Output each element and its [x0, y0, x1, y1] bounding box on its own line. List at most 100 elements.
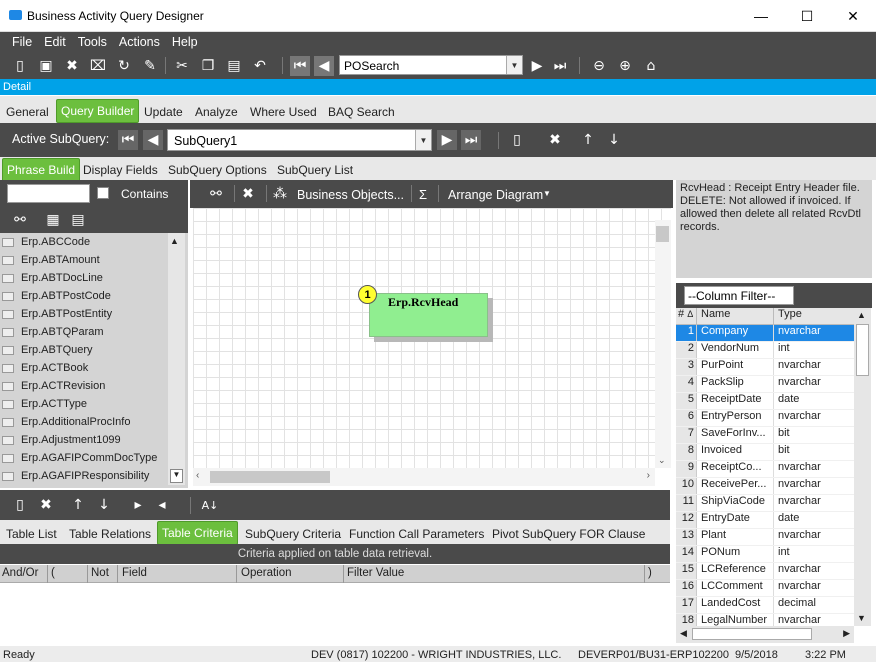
scroll-down-icon[interactable]: ⌄	[658, 455, 666, 466]
header-operation[interactable]: Operation	[241, 567, 292, 579]
chevron-down-icon[interactable]: ▼	[415, 130, 431, 150]
subquery-combo[interactable]: SubQuery1 ▼	[167, 129, 432, 151]
header-type[interactable]: Type	[774, 308, 852, 324]
table-list-item[interactable]: Erp.AdditionalProcInfo	[0, 413, 168, 431]
minimize-button[interactable]: —	[738, 0, 784, 32]
table-list-scrollbar[interactable]: ▲ ▼	[168, 233, 185, 485]
table-list-item[interactable]: Erp.ABTPostEntity	[0, 305, 168, 323]
arrange-diagram-button[interactable]: Arrange Diagram	[448, 188, 543, 202]
tab-update[interactable]: Update	[140, 101, 187, 123]
refresh-icon[interactable]: ↻	[114, 56, 134, 76]
scroll-left-icon[interactable]: ◀	[680, 628, 687, 639]
scroll-thumb[interactable]	[692, 628, 812, 640]
menu-tools[interactable]: Tools	[72, 32, 113, 49]
table-list-item[interactable]: Erp.AGAFIPResponsibility	[0, 467, 168, 485]
new-subquery-icon[interactable]: ▯	[507, 130, 527, 150]
header-not[interactable]: Not	[91, 567, 109, 579]
table-row[interactable]: 10 ReceivePer... nvarchar	[676, 478, 854, 495]
maximize-button[interactable]: ☐	[784, 0, 830, 32]
home-icon[interactable]: ⌂	[641, 56, 661, 76]
save-icon[interactable]: ▣	[36, 56, 56, 76]
column-filter-input[interactable]: --Column Filter--	[684, 286, 794, 305]
menu-help[interactable]: Help	[166, 32, 204, 49]
next-record-icon[interactable]: ▶	[527, 56, 547, 76]
table-list-item[interactable]: Erp.AGAFIPCommDocType	[0, 449, 168, 467]
menu-edit[interactable]: Edit	[38, 32, 72, 49]
delete-icon[interactable]: ✖	[62, 56, 82, 76]
sort-icon[interactable]: A↓	[200, 495, 220, 515]
calculator-icon[interactable]: ▦	[43, 210, 63, 230]
diagram-table-node[interactable]: Erp.RcvHead	[369, 293, 488, 337]
header-name[interactable]: Name	[697, 308, 774, 324]
scroll-right-icon[interactable]: ›	[647, 470, 650, 481]
table-list-item[interactable]: Erp.ABTAmount	[0, 251, 168, 269]
table-search-input[interactable]	[7, 184, 90, 203]
scroll-right-icon[interactable]: ▶	[843, 628, 850, 639]
undo-icon[interactable]: ↶	[250, 56, 270, 76]
columns-grid-vertical-scrollbar[interactable]: ▲ ▼	[854, 308, 871, 626]
scroll-up-icon[interactable]: ▲	[170, 236, 179, 246]
scroll-down-icon[interactable]: ▼	[857, 613, 866, 623]
table-row[interactable]: 13 Plant nvarchar	[676, 529, 854, 546]
move-down-icon[interactable]: ↓	[94, 495, 114, 515]
back-icon[interactable]: ⊖	[589, 56, 609, 76]
table-list-item[interactable]: Erp.ACTType	[0, 395, 168, 413]
move-down-icon[interactable]: ↓	[604, 130, 624, 150]
table-list-item[interactable]: Erp.ABTQParam	[0, 323, 168, 341]
scroll-thumb[interactable]	[856, 324, 869, 376]
table-list-item[interactable]: Erp.ACTRevision	[0, 377, 168, 395]
table-list-item[interactable]: Erp.ABCCode	[0, 233, 168, 251]
table-list-item[interactable]: Erp.ACTBook	[0, 359, 168, 377]
clear-icon[interactable]: ✎	[140, 56, 160, 76]
table-list-item[interactable]: Erp.ABTQuery	[0, 341, 168, 359]
table-row[interactable]: 6 EntryPerson nvarchar	[676, 410, 854, 427]
table-row[interactable]: 4 PackSlip nvarchar	[676, 376, 854, 393]
delete-icon[interactable]: ✖	[238, 184, 258, 204]
table-row[interactable]: 9 ReceiptCo... nvarchar	[676, 461, 854, 478]
menu-actions[interactable]: Actions	[113, 32, 166, 49]
diagram-horizontal-scrollbar[interactable]: ‹ ›	[193, 468, 655, 486]
table-row[interactable]: 17 LandedCost decimal	[676, 597, 854, 614]
sigma-button[interactable]: Σ	[419, 187, 427, 202]
move-up-icon[interactable]: ↑	[68, 495, 88, 515]
trash-icon[interactable]: ⌧	[88, 56, 108, 76]
tab-general[interactable]: General	[2, 101, 53, 123]
table-list-item[interactable]: Erp.Adjustment1099	[0, 431, 168, 449]
new-icon[interactable]: ▯	[10, 56, 30, 76]
query-diagram-canvas[interactable]	[193, 208, 671, 468]
tab-subquery-list[interactable]: SubQuery List	[273, 159, 357, 181]
table-row[interactable]: 1 Company nvarchar	[676, 325, 854, 342]
table-list-item[interactable]: Erp.ABTDocLine	[0, 269, 168, 287]
copy-icon[interactable]: ❐	[198, 56, 218, 76]
table-list-item[interactable]: Erp.ABTPostCode	[0, 287, 168, 305]
header-filter-value[interactable]: Filter Value	[347, 567, 404, 579]
contains-checkbox[interactable]	[97, 187, 109, 199]
tab-where-used[interactable]: Where Used	[246, 101, 321, 123]
link-icon[interactable]: ⚯	[10, 210, 30, 230]
record-search-combo[interactable]: POSearch ▼	[339, 55, 523, 75]
table-row[interactable]: 16 LCComment nvarchar	[676, 580, 854, 597]
scroll-down-icon[interactable]: ▼	[170, 469, 183, 483]
scroll-thumb[interactable]	[210, 471, 330, 483]
header-and-or[interactable]: And/Or	[2, 567, 38, 579]
header-number[interactable]: # Δ	[676, 308, 697, 324]
tab-phrase-build[interactable]: Phrase Build	[2, 158, 81, 182]
last-record-icon[interactable]: ⏭	[550, 56, 570, 76]
tab-subquery-options[interactable]: SubQuery Options	[164, 159, 271, 181]
tab-function-call-parameters[interactable]: Function Call Parameters	[345, 523, 488, 545]
table-icon[interactable]: ▤	[68, 210, 88, 230]
tab-pivot-subquery[interactable]: Pivot SubQuery FOR Clause	[488, 523, 649, 545]
scroll-left-icon[interactable]: ‹	[196, 470, 199, 481]
tab-subquery-criteria[interactable]: SubQuery Criteria	[241, 523, 345, 545]
link-icon[interactable]: ⚯	[206, 184, 226, 204]
header-field[interactable]: Field	[122, 567, 147, 579]
indent-right-icon[interactable]: ▸	[128, 495, 148, 515]
previous-record-icon[interactable]: ◀	[314, 56, 334, 76]
table-row[interactable]: 5 ReceiptDate date	[676, 393, 854, 410]
scroll-thumb[interactable]	[656, 226, 669, 242]
scroll-up-icon[interactable]: ▲	[857, 310, 866, 320]
paste-icon[interactable]: ▤	[224, 56, 244, 76]
table-row[interactable]: 15 LCReference nvarchar	[676, 563, 854, 580]
chevron-down-icon[interactable]: ▼	[543, 189, 551, 198]
business-objects-icon[interactable]: ⁂	[270, 184, 290, 204]
